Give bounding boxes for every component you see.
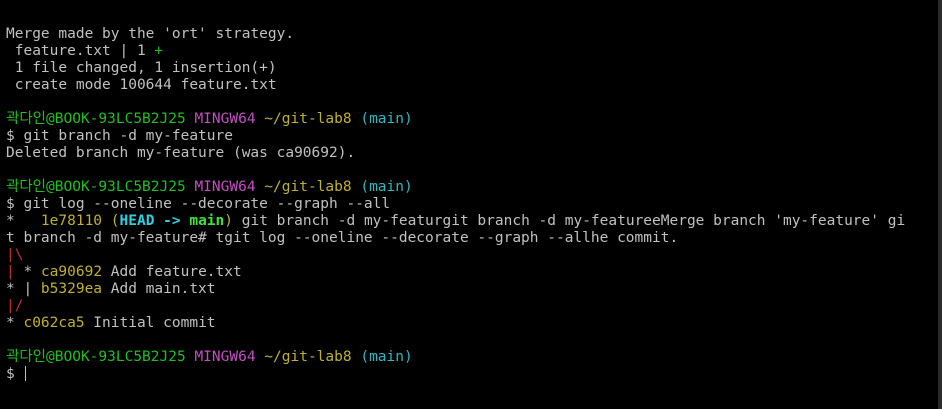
command-output: Deleted branch my-feature (was ca90692). — [6, 145, 356, 161]
commit-hash: b5329ea — [40, 281, 103, 297]
log-line: * 1e78110 (HEAD -> main) git branch -d m… — [6, 213, 936, 230]
ref-head: HEAD -> — [119, 213, 190, 229]
prompt-user: 곽다인 — [6, 349, 47, 365]
graph-glyph: * — [14, 264, 41, 280]
terminal-output[interactable]: Merge made by the 'ort' strategy. featur… — [6, 9, 936, 383]
command-text: git log --oneline --decorate --graph --a… — [14, 196, 391, 212]
merge-create-mode: create mode 100644 feature.txt — [6, 77, 277, 93]
prompt-host: @BOOK-93LC5B2J25 — [46, 179, 186, 195]
prompt-shell: MINGW64 — [194, 179, 256, 195]
prompt-sign: $ — [6, 128, 15, 144]
prompt-branch: (main) — [360, 179, 413, 195]
graph-line: |\ — [6, 247, 24, 263]
graph-glyph: * | — [6, 281, 41, 297]
prompt-branch: (main) — [360, 349, 413, 365]
prompt-line: 곽다인@BOOK-93LC5B2J25 MINGW64 ~/git-lab8 (… — [6, 179, 936, 196]
commit-message: Initial commit — [84, 315, 216, 331]
command-line: $ git branch -d my-feature — [6, 128, 936, 145]
commit-hash: c062ca5 — [23, 315, 85, 331]
prompt-path: ~/git-lab8 — [264, 179, 352, 195]
graph-glyph: * — [6, 315, 24, 331]
graph-line: |/ — [6, 298, 24, 314]
log-line: * c062ca5 Initial commit — [6, 315, 936, 332]
merge-diffstat: feature.txt | 1 + — [6, 43, 936, 60]
commit-hash: ca90692 — [40, 264, 103, 280]
prompt-line: 곽다인@BOOK-93LC5B2J25 MINGW64 ~/git-lab8 (… — [6, 111, 936, 128]
ref-paren-close: ) — [224, 213, 233, 229]
merge-summary: 1 file changed, 1 insertion(+) — [6, 60, 277, 76]
prompt-sign: $ — [6, 196, 15, 212]
log-line: | * ca90692 Add feature.txt — [6, 264, 936, 281]
prompt-user: 곽다인 — [6, 111, 47, 127]
prompt-path: ~/git-lab8 — [264, 349, 352, 365]
diffstat-file: feature.txt | 1 — [6, 43, 155, 59]
commit-hash: 1e78110 — [40, 213, 103, 229]
prompt-host: @BOOK-93LC5B2J25 — [46, 349, 186, 365]
input-line[interactable]: $ — [6, 366, 936, 383]
merge-message: Merge made by the 'ort' strategy. — [6, 26, 295, 42]
prompt-sign: $ — [6, 366, 15, 382]
text-cursor — [25, 366, 27, 381]
command-text: git branch -d my-feature — [14, 128, 233, 144]
prompt-path: ~/git-lab8 — [264, 111, 352, 127]
log-line: * | b5329ea Add main.txt — [6, 281, 936, 298]
commit-message: git branch -d my-featurgit branch -d my-… — [233, 213, 906, 229]
command-line: $ git log --oneline --decorate --graph -… — [6, 196, 936, 213]
commit-message: Add feature.txt — [102, 264, 242, 280]
prompt-shell: MINGW64 — [194, 349, 256, 365]
ref-paren-open: ( — [102, 213, 120, 229]
prompt-host: @BOOK-93LC5B2J25 — [46, 111, 186, 127]
prompt-shell: MINGW64 — [194, 111, 256, 127]
diffstat-plus: + — [154, 43, 164, 59]
commit-message: Add main.txt — [102, 281, 216, 297]
prompt-branch: (main) — [360, 111, 413, 127]
log-line-wrap: t branch -d my-feature# tgit log --oneli… — [6, 230, 679, 246]
prompt-line: 곽다인@BOOK-93LC5B2J25 MINGW64 ~/git-lab8 (… — [6, 349, 936, 366]
prompt-user: 곽다인 — [6, 179, 47, 195]
graph-glyph: * — [6, 213, 41, 229]
ref-main: main — [189, 213, 225, 229]
scrollbar[interactable] — [938, 0, 942, 409]
graph-pipe: | — [6, 264, 15, 280]
